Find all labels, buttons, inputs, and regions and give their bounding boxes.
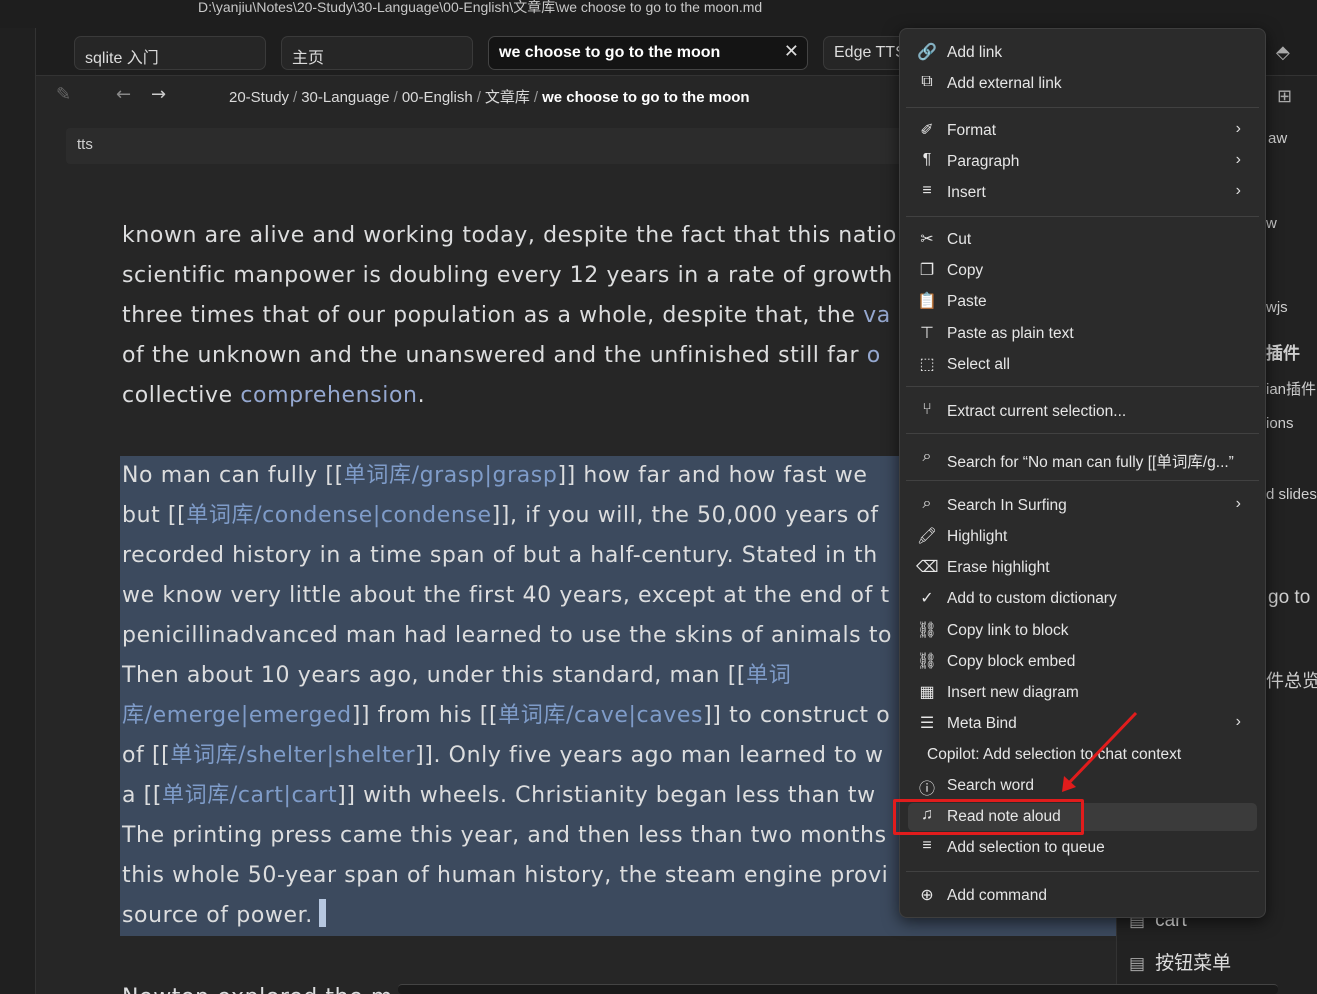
app-window: D:\yanjiu\Notes\20-Study\30-Language\00-… bbox=[0, 0, 1317, 994]
annotation-arrow bbox=[1062, 711, 1138, 792]
annotation-arrow-line bbox=[1064, 711, 1138, 788]
